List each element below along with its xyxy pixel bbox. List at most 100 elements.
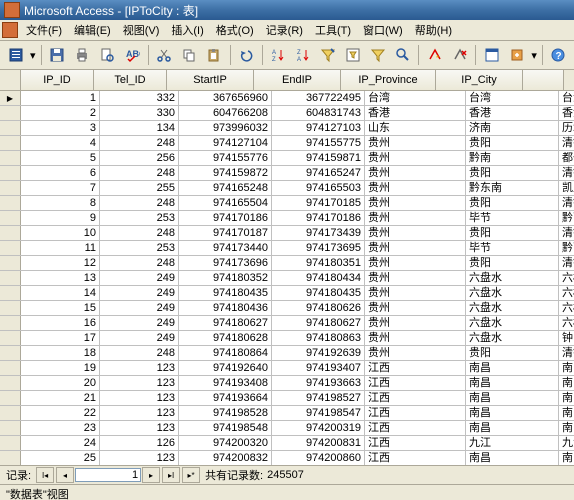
cell[interactable]: 清镇 — [559, 346, 574, 360]
cell[interactable]: 贵阳 — [466, 196, 559, 210]
cell[interactable]: 123 — [100, 391, 179, 405]
col-header-ipid[interactable]: IP_ID — [21, 70, 94, 90]
row-selector[interactable] — [0, 196, 21, 210]
table-row[interactable]: 2330604766208604831743香港香港香港 — [0, 106, 574, 121]
cell[interactable]: 贵阳 — [466, 166, 559, 180]
select-all-box[interactable] — [0, 70, 21, 90]
row-selector[interactable] — [0, 301, 21, 315]
menu-format[interactable]: 格式(O) — [210, 20, 260, 40]
cell[interactable]: 248 — [100, 346, 179, 360]
document-icon[interactable] — [2, 22, 18, 38]
cell[interactable]: 974165248 — [179, 181, 272, 195]
cell[interactable]: 南昌 — [559, 406, 574, 420]
table-row[interactable]: 9253974170186974170186贵州毕节黔西 — [0, 211, 574, 226]
row-selector[interactable] — [0, 106, 21, 120]
cell[interactable]: 六盘水 — [466, 271, 559, 285]
cell[interactable]: 黔西 — [559, 211, 574, 225]
row-selector[interactable] — [0, 121, 21, 135]
cell[interactable]: 974198528 — [179, 406, 272, 420]
cell[interactable]: 248 — [100, 226, 179, 240]
cell[interactable]: 山东 — [365, 121, 466, 135]
cell[interactable]: 贵州 — [365, 226, 466, 240]
cell[interactable]: 南昌 — [466, 421, 559, 435]
cell[interactable]: 16 — [21, 316, 100, 330]
cell[interactable]: 974159871 — [272, 151, 365, 165]
cell[interactable]: 974155775 — [272, 136, 365, 150]
cell[interactable]: 贵州 — [365, 241, 466, 255]
cell[interactable]: 21 — [21, 391, 100, 405]
row-selector[interactable] — [0, 271, 21, 285]
cell[interactable]: 贵州 — [365, 271, 466, 285]
cell[interactable]: 江西 — [365, 421, 466, 435]
cell[interactable]: 南昌 — [466, 361, 559, 375]
cell[interactable]: 江西 — [365, 406, 466, 420]
row-selector[interactable] — [0, 361, 21, 375]
col-header-province[interactable]: IP_Province — [341, 70, 436, 90]
cell[interactable]: 974180628 — [179, 331, 272, 345]
cell[interactable]: 六盘水 — [466, 331, 559, 345]
cell[interactable]: 974180351 — [272, 256, 365, 270]
table-row[interactable]: 1332367656960367722495台湾台湾台湾 — [0, 91, 574, 106]
cell[interactable]: 974173440 — [179, 241, 272, 255]
table-row[interactable]: 20123974193408974193663江西南昌南昌 — [0, 376, 574, 391]
cell[interactable]: 贵阳 — [466, 226, 559, 240]
filter-form-button[interactable] — [341, 43, 364, 67]
row-selector[interactable] — [0, 181, 21, 195]
cell[interactable]: 清镇 — [559, 136, 574, 150]
table-row[interactable]: 22123974198528974198547江西南昌南昌 — [0, 406, 574, 421]
cell[interactable]: 974200832 — [179, 451, 272, 465]
nav-record-input[interactable] — [75, 468, 141, 482]
cell[interactable]: 8 — [21, 196, 100, 210]
cell[interactable]: 14 — [21, 286, 100, 300]
cell[interactable]: 974193408 — [179, 376, 272, 390]
cell[interactable]: 3 — [21, 121, 100, 135]
table-row[interactable]: 24126974200320974200831江西九江九江 — [0, 436, 574, 451]
cell[interactable]: 南昌 — [466, 451, 559, 465]
cell[interactable]: 249 — [100, 286, 179, 300]
cell[interactable]: 255 — [100, 181, 179, 195]
cell[interactable]: 974170185 — [272, 196, 365, 210]
cell[interactable]: 6 — [21, 166, 100, 180]
cell[interactable]: 974173696 — [179, 256, 272, 270]
table-row[interactable]: 3134973996032974127103山东济南历城 — [0, 121, 574, 136]
row-selector[interactable] — [0, 331, 21, 345]
view-dropdown[interactable]: ▾ — [29, 49, 37, 62]
cell[interactable]: 974173439 — [272, 226, 365, 240]
cell[interactable]: 249 — [100, 316, 179, 330]
cell[interactable]: 六枝特 — [559, 316, 574, 330]
cell[interactable]: 清镇 — [559, 196, 574, 210]
col-header-endip[interactable]: EndIP — [254, 70, 341, 90]
cell[interactable]: 22 — [21, 406, 100, 420]
cell[interactable]: 毕节 — [466, 241, 559, 255]
sort-desc-button[interactable]: ZA — [291, 43, 314, 67]
grid-body[interactable]: 1332367656960367722495台湾台湾台湾233060476620… — [0, 91, 574, 465]
cell[interactable]: 六盘水 — [466, 286, 559, 300]
cell[interactable]: 18 — [21, 346, 100, 360]
cell[interactable]: 974198548 — [179, 421, 272, 435]
cell[interactable]: 256 — [100, 151, 179, 165]
row-selector[interactable] — [0, 226, 21, 240]
cell[interactable]: 九江 — [466, 436, 559, 450]
row-selector[interactable] — [0, 436, 21, 450]
cell[interactable]: 六枝特 — [559, 271, 574, 285]
cell[interactable]: 123 — [100, 451, 179, 465]
cell[interactable]: 248 — [100, 166, 179, 180]
cell[interactable]: 604831743 — [272, 106, 365, 120]
cell[interactable]: 248 — [100, 136, 179, 150]
new-object-button[interactable] — [505, 43, 528, 67]
cell[interactable]: 13 — [21, 271, 100, 285]
spellcheck-button[interactable]: ABC — [121, 43, 144, 67]
cell[interactable]: 贵州 — [365, 286, 466, 300]
row-selector[interactable] — [0, 316, 21, 330]
view-button[interactable] — [4, 43, 27, 67]
cell[interactable]: 248 — [100, 256, 179, 270]
cell[interactable]: 974170186 — [179, 211, 272, 225]
cell[interactable]: 南昌 — [559, 391, 574, 405]
cell[interactable]: 15 — [21, 301, 100, 315]
cell[interactable]: 台湾 — [466, 91, 559, 105]
copy-button[interactable] — [178, 43, 201, 67]
cell[interactable]: 248 — [100, 196, 179, 210]
filter-selection-button[interactable] — [316, 43, 339, 67]
cell[interactable]: 974127103 — [272, 121, 365, 135]
cell[interactable]: 台湾 — [365, 91, 466, 105]
